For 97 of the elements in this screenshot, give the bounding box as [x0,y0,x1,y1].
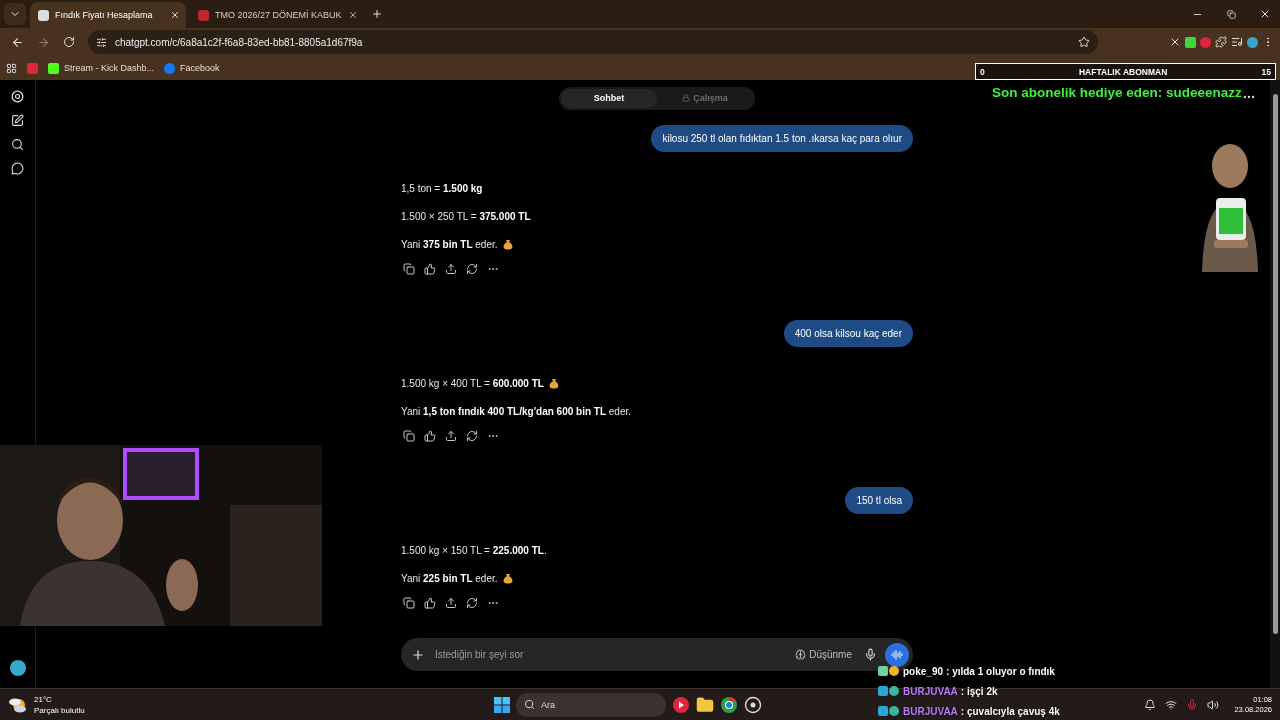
mode-tab[interactable]: Sohbet [561,88,657,108]
extension-icon[interactable] [1185,36,1196,48]
think-button[interactable]: Düşünme [791,649,856,660]
share-button[interactable] [443,595,458,611]
scrollbar[interactable] [1270,80,1280,688]
answer-text: Yani 225 bin TL eder. [401,572,498,584]
copy-button[interactable] [401,595,416,611]
start-icon[interactable] [494,696,510,713]
site-info-icon[interactable] [96,36,107,48]
share-button[interactable] [443,428,458,444]
browser-tab[interactable]: Fındık Fiyatı Hesaplama [30,2,186,28]
refresh-icon [465,430,478,442]
prompt-field[interactable]: İstediğin bir şeyi sor [433,648,784,661]
regenerate-button[interactable] [464,595,479,611]
close-icon[interactable] [170,10,180,20]
app-icon[interactable] [744,695,762,714]
chat-bubble-icon[interactable] [11,162,24,175]
forward-arrow-icon [36,35,50,49]
search-icon [524,699,535,710]
browser-tab[interactable]: TMO 2026/27 DÖNEMİ KABUK [190,2,362,28]
weather-text: Parçalı bulutlu [34,704,85,716]
close-icon[interactable] [347,10,358,20]
user-avatar[interactable] [9,660,26,676]
back-arrow-icon [10,35,24,49]
bookmark-star-icon[interactable] [1078,36,1090,48]
sound-wave-icon [891,648,903,661]
regenerate-button[interactable] [464,261,479,277]
answer-text: 1.500 kg × 400 TL = 600.000 TL [401,377,544,389]
answer-text: Yani 1,5 ton fındık 400 TL/kg'dan 600 bin TL eder. [401,405,632,417]
search-label: Ara [541,699,555,710]
restore-icon [1226,9,1236,19]
chat-message: BURJUVAA : çuvalcıyla çavuş 4k [878,702,1060,720]
add-icon[interactable] [411,647,425,662]
thumbs-button[interactable] [422,595,437,611]
badge-icons [878,685,900,697]
regenerate-button[interactable] [464,428,479,444]
money-bag-icon [502,572,513,584]
upload-icon [444,263,457,275]
search-icon[interactable] [11,138,24,151]
copy-icon [402,430,415,442]
answer-text: 1.500 kg × 150 TL = 225.000 TL. [401,544,547,556]
logo-icon[interactable] [11,90,24,103]
answer-text: 1,5 ton = 1.500 kg [401,182,483,194]
volume-icon[interactable] [1207,698,1220,711]
copy-icon [402,597,415,609]
thumbs-button[interactable] [422,261,437,277]
copy-button[interactable] [401,428,416,444]
media-app-icon[interactable] [672,695,690,714]
badge-icons [878,705,900,717]
bookmark[interactable]: Stream - Kick Dashb... [48,62,155,74]
refresh-icon [465,263,478,275]
apps-icon[interactable] [6,62,17,74]
microphone-icon[interactable] [864,648,877,661]
network-icon[interactable] [1165,698,1178,711]
plus-icon [371,8,383,20]
thumbs-up-icon [423,263,436,275]
answer-text: Yani 375 bin TL eder. [401,238,498,250]
address-bar[interactable]: chatgpt.com/c/6a8a1c2f-f6a8-83ed-bb81-8805a1d67f9a [88,30,1098,54]
reload-icon [63,36,75,48]
user-message: 400 olsa kilsou kaç eder [783,320,913,347]
copy-icon [402,263,415,275]
copy-button[interactable] [401,261,416,277]
upload-icon [444,597,457,609]
temperature-text: 21°C [34,693,53,705]
lock-icon [682,94,691,102]
extension-icon[interactable] [1169,36,1181,48]
user-message: 150 tl olsa [845,487,913,514]
bookmark[interactable]: Facebook [164,62,220,74]
new-chat-icon[interactable] [11,114,24,127]
close-icon [1259,8,1271,20]
last-gift-text: Son abonelik hediye eden: sudeeenazz [992,85,1242,100]
user-message: kilosu 250 tl olan fıdıktan 1.5 ton .ıkarsa kaç para olıur [651,125,913,152]
profile-avatar[interactable] [1247,36,1258,48]
youtube-icon[interactable] [27,62,38,74]
refresh-icon [465,597,478,609]
taskbar-search[interactable]: Ara [516,692,666,717]
media-icon[interactable] [1231,36,1243,48]
tab-list-button[interactable] [4,3,26,25]
tray-icon[interactable] [1144,698,1157,711]
thumbs-up-icon [423,597,436,609]
badge-icons [878,665,900,677]
thumbs-up-icon [423,430,436,442]
upload-icon [444,430,457,442]
answer-text: 1.500 × 250 TL = 375.000 TL [401,210,531,222]
voice-button[interactable] [885,642,909,667]
folder-icon[interactable] [696,695,714,714]
money-bag-icon [548,377,559,389]
brain-icon [795,649,807,660]
tab-favicon [38,9,49,21]
extensions-icon[interactable] [1215,36,1227,48]
subscription-goal-bar: 0 HAFTALIK ABONMAN 15 [975,63,1276,80]
money-bag-icon [502,238,513,250]
browser-icon[interactable] [720,695,738,714]
chat-message: BURJUVAA : işçi 2k [878,682,1060,700]
thumbs-button[interactable] [422,428,437,444]
share-button[interactable] [443,261,458,277]
tab-favicon [198,9,209,21]
